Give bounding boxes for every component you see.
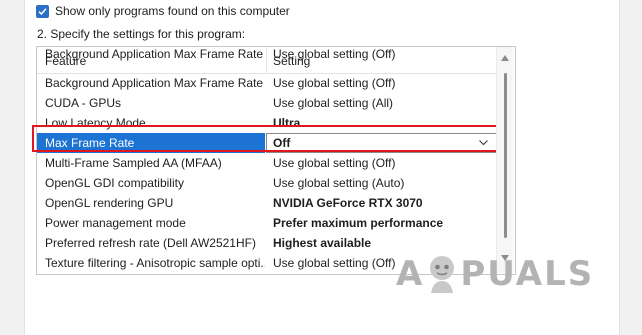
feature-cell: OpenGL GDI compatibility [45,176,184,190]
table-row[interactable]: Background Application Max Frame Rate Us… [37,73,497,93]
feature-cell: Background Application Max Frame Rate [45,47,264,61]
table-row[interactable]: OpenGL GDI compatibility Use global sett… [37,173,497,193]
selected-feature-cell[interactable]: Max Frame Rate [37,133,265,153]
mascot-icon [430,256,455,293]
table-row[interactable]: Background Application Max Frame Rate Us… [37,47,497,64]
setting-cell: Use global setting (Off) [273,156,396,170]
chevron-down-icon [479,140,488,146]
max-frame-rate-dropdown[interactable]: Off [266,133,497,153]
table-row[interactable]: OpenGL rendering GPU NVIDIA GeForce RTX … [37,193,497,213]
table-row[interactable]: Multi-Frame Sampled AA (MFAA) Use global… [37,153,497,173]
feature-cell: Max Frame Rate [45,136,135,150]
setting-cell: Ultra [273,116,301,130]
feature-cell: Background Application Max Frame Rate [45,76,264,90]
feature-cell: Power management mode [45,216,186,230]
table-row[interactable]: CUDA - GPUs Use global setting (All) [37,93,497,113]
feature-cell: OpenGL rendering GPU [45,196,174,210]
show-only-programs-checkbox[interactable] [36,4,49,18]
setting-cell: Use global setting (Off) [273,47,396,61]
feature-cell: Texture filtering - Anisotropic sample o… [45,256,265,270]
feature-cell: CUDA - GPUs [45,96,122,110]
scrollbar-thumb[interactable] [504,73,507,238]
watermark-suffix: PUALS [460,254,595,294]
settings-grid: Feature Setting Background Application M… [36,46,516,275]
setting-cell: Highest available [273,236,372,250]
feature-cell: Multi-Frame Sampled AA (MFAA) [45,156,222,170]
table-row[interactable]: Low Latency Mode Ultra [37,113,497,133]
step-label: 2. Specify the settings for this program… [37,27,246,41]
setting-cell: NVIDIA GeForce RTX 3070 [273,196,423,210]
scroll-up-icon[interactable] [501,55,509,61]
setting-cell: Use global setting (Off) [273,256,396,270]
dropdown-value: Off [273,136,291,150]
show-only-programs-label: Show only programs found on this compute… [55,4,290,18]
setting-cell: Use global setting (Auto) [273,176,405,190]
watermark-prefix: A [396,254,425,294]
feature-cell: Low Latency Mode [45,116,146,130]
setting-cell: Use global setting (Off) [273,76,396,90]
table-row[interactable]: Preferred refresh rate (Dell AW2521HF) H… [37,233,497,253]
grid-scrollbar[interactable] [496,47,513,273]
setting-cell: Prefer maximum performance [273,216,444,230]
feature-cell: Preferred refresh rate (Dell AW2521HF) [45,236,256,250]
show-only-programs-option[interactable]: Show only programs found on this compute… [36,3,290,19]
setting-cell: Use global setting (All) [273,96,394,110]
table-row[interactable]: Power management mode Prefer maximum per… [37,213,497,233]
checkmark-icon [38,7,47,15]
table-row-selected[interactable]: Max Frame Rate Off [37,133,497,153]
appuals-watermark: A PUALS [396,252,594,296]
